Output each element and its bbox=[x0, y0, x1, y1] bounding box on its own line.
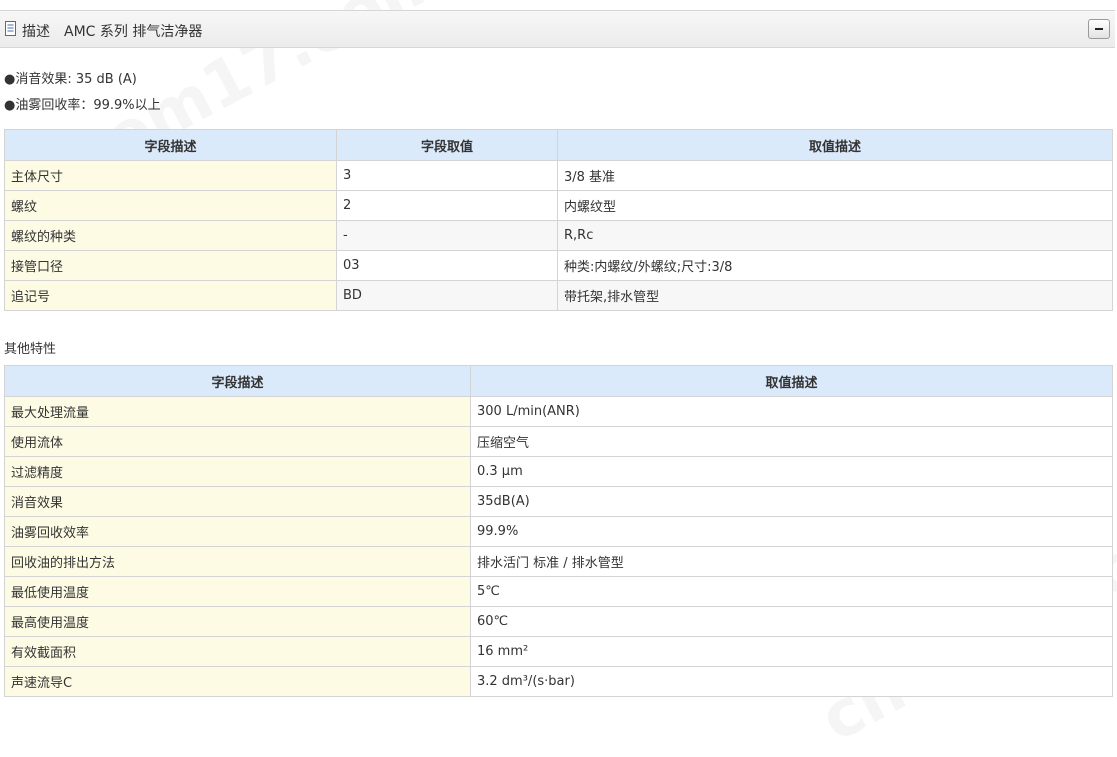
minus-icon bbox=[1095, 28, 1103, 30]
table-row: 追记号 BD 带托架,排水管型 bbox=[4, 280, 1113, 311]
field-name-cell: 声速流导C bbox=[4, 666, 471, 697]
table-row: 主体尺寸 3 3/8 基准 bbox=[4, 160, 1113, 191]
panel-label: 描述 bbox=[22, 24, 50, 40]
field-value-cell: 2 bbox=[336, 190, 558, 221]
value-description-cell: 3.2 dm³/(s·bar) bbox=[470, 666, 1113, 697]
field-name-cell: 接管口径 bbox=[4, 250, 337, 281]
panel-header: 描述 AMC 系列 排气洁净器 bbox=[0, 10, 1115, 48]
other-features-heading: 其他特性 bbox=[4, 342, 57, 357]
table-row: 消音效果 35dB(A) bbox=[4, 486, 1113, 517]
value-description-cell: 5℃ bbox=[470, 576, 1113, 607]
value-description-cell: 带托架,排水管型 bbox=[557, 280, 1113, 311]
table-row: 螺纹 2 内螺纹型 bbox=[4, 190, 1113, 221]
value-description-cell: 60℃ bbox=[470, 606, 1113, 637]
value-description-cell: 种类:内螺纹/外螺纹;尺寸:3/8 bbox=[557, 250, 1113, 281]
description-panel: chem17.com chem17.com 描述 AMC 系列 排气洁净器 ●消… bbox=[0, 0, 1117, 757]
field-name-cell: 过滤精度 bbox=[4, 456, 471, 487]
table-row: 过滤精度 0.3 μm bbox=[4, 456, 1113, 487]
value-description-cell: 内螺纹型 bbox=[557, 190, 1113, 221]
field-name-cell: 追记号 bbox=[4, 280, 337, 311]
column-header: 字段取值 bbox=[336, 129, 558, 161]
column-header: 字段描述 bbox=[4, 365, 471, 397]
table-row: 回收油的排出方法 排水活门 标准 / 排水管型 bbox=[4, 546, 1113, 577]
table-row: 油雾回收效率 99.9% bbox=[4, 516, 1113, 547]
field-name-cell: 油雾回收效率 bbox=[4, 516, 471, 547]
field-name-cell: 有效截面积 bbox=[4, 636, 471, 667]
value-description-cell: 300 L/min(ANR) bbox=[470, 396, 1113, 427]
table-row: 最高使用温度 60℃ bbox=[4, 606, 1113, 637]
table-row: 使用流体 压缩空气 bbox=[4, 426, 1113, 457]
column-header: 取值描述 bbox=[470, 365, 1113, 397]
field-name-cell: 主体尺寸 bbox=[4, 160, 337, 191]
column-header: 取值描述 bbox=[557, 129, 1113, 161]
field-name-cell: 螺纹 bbox=[4, 190, 337, 221]
value-description-cell: 3/8 基准 bbox=[557, 160, 1113, 191]
value-description-cell: R,Rc bbox=[557, 220, 1113, 251]
field-value-cell: 03 bbox=[336, 250, 558, 281]
field-name-cell: 回收油的排出方法 bbox=[4, 546, 471, 577]
field-name-cell: 最大处理流量 bbox=[4, 396, 471, 427]
field-value-cell: BD bbox=[336, 280, 558, 311]
bullet-oil-recovery: ●油雾回收率：99.9%以上 bbox=[4, 98, 161, 113]
other-features-table: 字段描述 取值描述 最大处理流量 300 L/min(ANR) 使用流体 压缩空… bbox=[4, 365, 1113, 697]
document-icon bbox=[5, 21, 16, 36]
table-row: 螺纹的种类 - R,Rc bbox=[4, 220, 1113, 251]
field-name-cell: 使用流体 bbox=[4, 426, 471, 457]
collapse-button[interactable] bbox=[1088, 19, 1110, 39]
value-description-cell: 35dB(A) bbox=[470, 486, 1113, 517]
field-name-cell: 最高使用温度 bbox=[4, 606, 471, 637]
table-row: 最大处理流量 300 L/min(ANR) bbox=[4, 396, 1113, 427]
value-description-cell: 排水活门 标准 / 排水管型 bbox=[470, 546, 1113, 577]
table-row: 接管口径 03 种类:内螺纹/外螺纹;尺寸:3/8 bbox=[4, 250, 1113, 281]
field-name-cell: 最低使用温度 bbox=[4, 576, 471, 607]
value-description-cell: 99.9% bbox=[470, 516, 1113, 547]
field-value-cell: 3 bbox=[336, 160, 558, 191]
table-row: 声速流导C 3.2 dm³/(s·bar) bbox=[4, 666, 1113, 697]
table-row: 有效截面积 16 mm² bbox=[4, 636, 1113, 667]
value-description-cell: 0.3 μm bbox=[470, 456, 1113, 487]
table-header-row: 字段描述 字段取值 取值描述 bbox=[4, 129, 1113, 161]
table-header-row: 字段描述 取值描述 bbox=[4, 365, 1113, 397]
spec-code-table: 字段描述 字段取值 取值描述 主体尺寸 3 3/8 基准 螺纹 2 内螺纹型 螺… bbox=[4, 129, 1113, 311]
value-description-cell: 压缩空气 bbox=[470, 426, 1113, 457]
column-header: 字段描述 bbox=[4, 129, 337, 161]
table-row: 最低使用温度 5℃ bbox=[4, 576, 1113, 607]
panel-title: AMC 系列 排气洁净器 bbox=[64, 24, 203, 40]
bullet-noise-reduction: ●消音效果: 35 dB (A) bbox=[4, 72, 137, 87]
field-value-cell: - bbox=[336, 220, 558, 251]
value-description-cell: 16 mm² bbox=[470, 636, 1113, 667]
field-name-cell: 螺纹的种类 bbox=[4, 220, 337, 251]
field-name-cell: 消音效果 bbox=[4, 486, 471, 517]
